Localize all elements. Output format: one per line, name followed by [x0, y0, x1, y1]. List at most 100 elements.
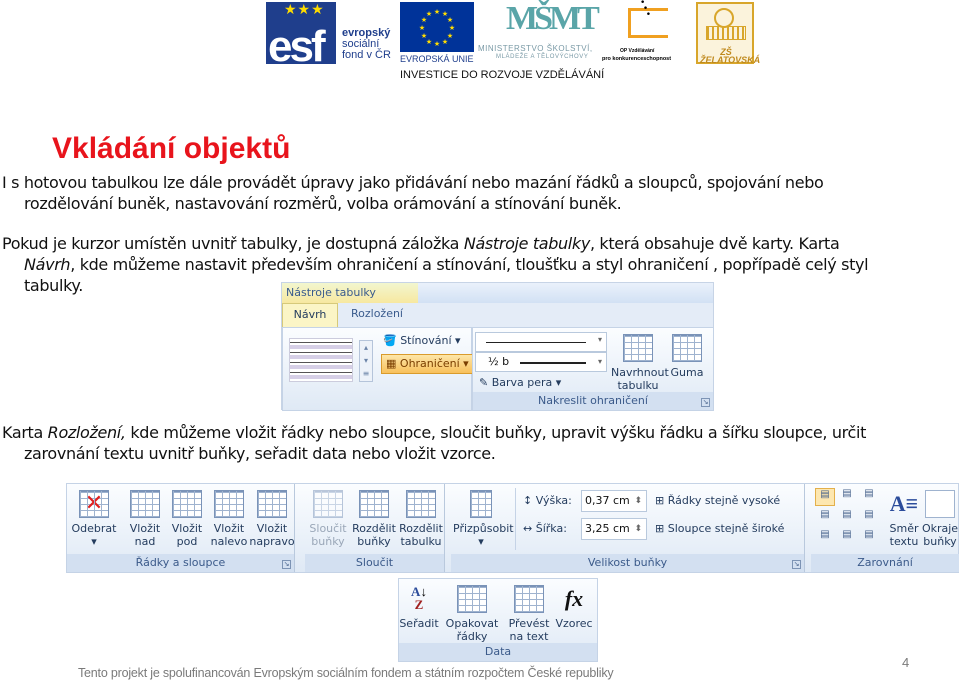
cell-margins-button[interactable]: Okraje buňky — [921, 490, 959, 548]
align-middle-center-button[interactable]: ▤ — [837, 509, 857, 527]
cell-margins-label: buňky — [923, 535, 957, 548]
p2-text: Pokud je kurzor umístěn uvnitř tabulky, … — [2, 234, 464, 253]
msmt-line2: MLÁDEŽE A TĚLOVÝCHOVY — [496, 54, 589, 60]
gallery-scroll[interactable]: ▴ ▾ ≡ — [359, 340, 373, 382]
convert-to-text-button[interactable]: Převést na text — [507, 585, 551, 643]
spinner-icon[interactable]: ⬍ — [634, 519, 642, 539]
esf-line3: fond v ČR — [342, 49, 391, 61]
borders-icon: ▦ — [386, 357, 397, 370]
height-input[interactable]: 0,37 cm ⬍ — [581, 490, 647, 512]
align-bottom-right-button[interactable]: ▤ — [859, 529, 879, 547]
sort-button[interactable]: A↓ Z Seřadit — [399, 585, 439, 630]
insert-left-label: Vložit — [213, 522, 245, 535]
draw-table-label: Navrhnout — [611, 366, 669, 379]
text-direction-button[interactable]: A≡ Směr textu — [887, 490, 921, 548]
p3-text: Karta — [2, 423, 48, 442]
p2-emph: Nástroje tabulky — [463, 234, 590, 253]
convert-to-text-icon — [514, 585, 544, 613]
svg-text:★: ★ — [421, 32, 427, 40]
distribute-cols-button[interactable]: ⊞ Sloupce stejně široké — [655, 522, 784, 536]
p1-line2: rozdělování buněk, nastavování rozměrů, … — [24, 194, 622, 213]
group-label-rows-columns: Řádky a sloupce — [67, 554, 294, 572]
insert-below-label: Vložit — [171, 522, 203, 535]
table-style-gallery[interactable] — [289, 338, 353, 382]
merge-cells-icon — [313, 490, 343, 518]
svg-text:★: ★ — [419, 24, 425, 32]
p2-text: , která obsahuje dvě karty. Karta — [589, 234, 840, 253]
shading-label: Stínování — [400, 334, 452, 347]
align-top-center-button[interactable]: ▤ — [837, 488, 857, 506]
split-cells-label: Rozdělit — [352, 522, 396, 535]
dialog-launcher-icon[interactable]: ↘ — [792, 560, 801, 569]
page-title: Vkládání objektů — [52, 132, 291, 165]
data-ribbon-screenshot: A↓Z Seřadit Opakovatřádky záhlaví Převés… — [398, 578, 598, 662]
cell-margins-label: Okraje — [921, 522, 959, 535]
split-table-button[interactable]: Rozdělit tabulku — [397, 490, 445, 548]
insert-left-label: nalevo — [210, 535, 248, 548]
insert-below-button[interactable]: Vložit pod — [167, 490, 207, 548]
p2-line1: Pokud je kurzor umístěn uvnitř tabulky, … — [2, 234, 840, 253]
table-styles-group: ▴ ▾ ≡ 🪣 Stínování ▾ ▦ Ohraničení ▾ — [282, 327, 474, 411]
line-weight-select[interactable]: ½ b ▾ — [475, 352, 607, 372]
split-table-icon — [406, 490, 436, 518]
split-cells-label: buňky — [357, 535, 391, 548]
svg-text:★: ★ — [447, 16, 453, 24]
op-line1: OP Vzdělávání — [620, 48, 655, 54]
align-bottom-left-button[interactable]: ▤ — [815, 529, 835, 547]
height-label-text: Výška: — [535, 494, 572, 507]
tab-rozlozeni[interactable]: Rozložení — [342, 303, 412, 327]
width-input[interactable]: 3,25 cm ⬍ — [581, 518, 647, 540]
dialog-launcher-icon[interactable]: ↘ — [282, 560, 291, 569]
draw-table-icon — [623, 334, 653, 362]
text-direction-icon: A≡ — [889, 491, 919, 516]
shading-button[interactable]: 🪣 Stínování ▾ — [383, 334, 461, 348]
esf-stars-icon: ★★★ — [284, 2, 325, 18]
align-middle-right-button[interactable]: ▤ — [859, 509, 879, 527]
distribute-rows-button[interactable]: ⊞ Řádky stejně vysoké — [655, 494, 780, 508]
alignment-grid: ▤ ▤ ▤ ▤ ▤ ▤ ▤ ▤ ▤ — [815, 488, 883, 548]
p2-line2: Návrh, kde můžeme nastavit především ohr… — [2, 254, 869, 275]
formula-button[interactable]: fx Vzorec — [551, 585, 597, 630]
insert-right-button[interactable]: Vložit napravo — [249, 490, 295, 548]
eraser-button[interactable]: Guma — [667, 334, 707, 379]
eraser-icon — [672, 334, 702, 362]
group-label-alignment: Zarovnání — [811, 554, 959, 572]
distribute-cols-label: Sloupce stejně široké — [667, 522, 785, 535]
align-top-right-button[interactable]: ▤ — [859, 488, 879, 506]
line-style-select[interactable]: ▾ — [475, 332, 607, 352]
insert-left-button[interactable]: Vložit nalevo — [207, 490, 251, 548]
p3-emph: Rozložení, — [47, 423, 126, 442]
formula-label: Vzorec — [555, 617, 593, 630]
cell-margins-icon — [925, 490, 955, 518]
align-middle-left-button[interactable]: ▤ — [815, 509, 835, 527]
svg-text:★: ★ — [434, 8, 440, 16]
height-label: ↕ Výška: — [523, 494, 572, 508]
fx-icon: fx — [564, 586, 584, 611]
p3-text: kde můžeme vložit řádky nebo sloupce, sl… — [125, 423, 867, 442]
align-bottom-center-button[interactable]: ▤ — [837, 529, 857, 547]
row-height-icon: ↕ — [523, 494, 533, 507]
merge-cells-button[interactable]: Sloučit buňky — [307, 490, 349, 548]
draw-table-button[interactable]: Navrhnout tabulku — [611, 334, 669, 392]
align-top-left-button[interactable]: ▤ — [815, 488, 835, 506]
width-value: 3,25 cm — [585, 522, 630, 535]
borders-button[interactable]: ▦ Ohraničení ▾ — [381, 354, 474, 374]
svg-text:★: ★ — [426, 10, 432, 18]
tab-navrh[interactable]: Návrh — [282, 303, 338, 327]
insert-above-button[interactable]: Vložit nad — [125, 490, 165, 548]
autofit-button[interactable]: Přizpůsobit ▾ — [453, 490, 514, 548]
group-label-cell-size: Velikost buňky — [451, 554, 804, 572]
draw-table-label: tabulku — [617, 379, 659, 392]
split-cells-button[interactable]: Rozdělit buňky — [351, 490, 397, 548]
insert-right-icon — [257, 490, 287, 518]
msmt-logo: MŠMT — [506, 0, 600, 37]
pen-color-button[interactable]: ✎ Barva pera ▾ — [479, 376, 561, 390]
delete-button[interactable]: ✕ Odebrat ▾ — [69, 490, 119, 548]
building-icon — [706, 26, 746, 40]
dialog-launcher-icon[interactable]: ↘ — [701, 398, 710, 407]
spinner-icon[interactable]: ⬍ — [634, 491, 642, 511]
insert-above-icon — [130, 490, 160, 518]
merge-cells-label: buňky — [311, 535, 345, 548]
svg-text:★: ★ — [442, 38, 448, 46]
distribute-cols-icon: ⊞ — [655, 522, 665, 535]
